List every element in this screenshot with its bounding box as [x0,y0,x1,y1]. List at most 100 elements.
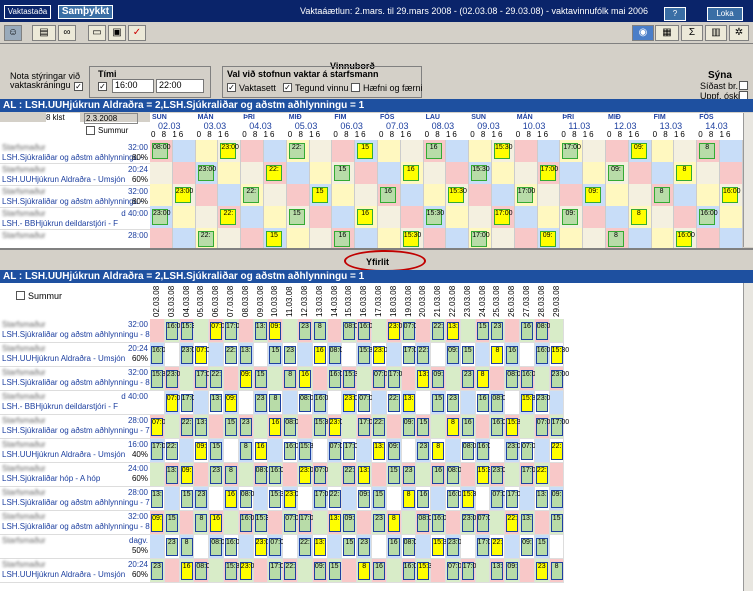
grid-cell[interactable] [549,319,565,343]
shift-cell[interactable]: 09: [550,490,563,508]
grid-cell[interactable] [628,228,652,250]
shift-cell[interactable]: 8 [630,209,647,225]
shift-cell[interactable]: 09: [432,370,445,388]
grid-cell[interactable] [172,228,196,250]
shift-cell[interactable]: 13: [195,418,208,436]
shift-cell[interactable]: 22: [210,370,223,388]
grid-cell[interactable] [386,559,402,583]
shift-cell[interactable]: 23 [239,418,252,436]
grid-cell[interactable] [520,415,535,439]
grid-cell[interactable] [172,162,196,184]
shift-cell[interactable]: 07:00 [195,346,214,364]
shift-cell[interactable]: 23:00 [373,346,392,364]
grid-cell[interactable] [431,343,446,367]
grid-cell[interactable] [241,206,264,228]
grid-cell[interactable] [309,162,333,184]
shift-cell[interactable]: 08:00 [343,322,362,340]
shift-cell[interactable]: 08:00 [491,394,510,412]
grid-cell[interactable] [264,184,287,206]
shift-cell[interactable]: 09: [585,187,602,203]
shift-cell[interactable]: 15:30 [180,322,199,340]
calendar-icon[interactable]: ▦ [655,25,679,41]
grid-cell[interactable] [342,415,358,439]
shift-cell[interactable]: 15:30 [254,514,273,532]
grid-cell[interactable] [164,343,180,367]
grid-cell[interactable] [560,184,584,206]
shift-cell[interactable]: 16 [387,538,400,556]
shift-cell[interactable]: 15:30 [506,418,525,436]
shift-cell[interactable]: 23:00 [491,466,510,484]
shift-cell[interactable]: 16:00 [328,370,347,388]
shift-cell[interactable]: 15:30 [299,442,318,460]
shift-cell[interactable]: 17:00 [151,442,170,460]
sum-icon[interactable]: Σ [681,25,703,41]
grid-cell[interactable] [651,162,675,184]
grid-cell[interactable] [195,184,219,206]
top-scrollbar[interactable] [743,113,753,247]
vaktasett-checkbox[interactable]: ✓ [227,83,236,92]
shift-cell[interactable]: 16 [402,165,419,181]
shift-cell[interactable]: 23:00 [165,370,184,388]
shift-cell[interactable]: 09: [269,322,282,340]
staff-row[interactable]: Starfsmaður LSH.Sjúkraliðar og aðstm aðhl… [0,487,161,511]
grid-cell[interactable] [520,559,535,583]
grid-cell[interactable] [372,463,387,487]
shift-cell[interactable]: 16 [225,490,237,508]
shift-cell[interactable]: 23:00 [328,418,347,436]
shift-cell[interactable]: 17:00 [550,418,569,436]
shift-cell[interactable]: 17:00 [358,418,377,436]
shift-cell[interactable]: 8 [550,562,563,580]
grid-cell[interactable] [179,511,195,535]
shift-cell[interactable]: 08:00 [328,346,347,364]
shift-cell[interactable]: 13: [402,394,415,412]
shift-cell[interactable]: 8 [387,514,400,532]
shift-cell[interactable]: 09: [195,442,208,460]
grid-cell[interactable] [298,343,313,367]
shift-cell[interactable]: 23:00 [299,466,318,484]
grid-cell[interactable] [651,140,675,162]
grid-cell[interactable] [469,206,492,228]
shift-cell[interactable]: 15:30 [358,346,377,364]
grid-cell[interactable] [164,559,180,583]
shift-cell[interactable]: 8 [269,394,282,412]
grid-cell[interactable] [327,535,343,559]
sidast-checkbox[interactable] [739,81,748,90]
grid-cell[interactable] [309,228,333,250]
grid-cell[interactable] [469,184,492,206]
shift-cell[interactable]: 16 [417,490,430,508]
shift-cell[interactable]: 16 [269,418,282,436]
haefni-checkbox[interactable] [351,83,360,92]
shift-cell[interactable]: 17:00 [313,490,332,508]
grid-cell[interactable] [172,206,196,228]
grid-cell[interactable] [224,511,239,535]
shift-cell[interactable]: 15 [535,538,548,556]
grid-cell[interactable] [460,535,476,559]
shift-cell[interactable]: 23 [535,562,548,580]
shift-cell[interactable]: 15 [550,514,563,532]
shift-cell[interactable]: 8 [432,442,445,460]
shift-cell[interactable]: 8 [653,187,670,203]
shift-cell[interactable]: 16 [180,562,193,580]
settings-icon[interactable]: ✲ [729,25,749,41]
shift-cell[interactable]: 8 [239,442,252,460]
grid-cell[interactable] [372,319,387,343]
shift-cell[interactable]: 08:00 [402,538,421,556]
shift-cell[interactable]: 23:00 [197,165,216,181]
shift-cell[interactable]: 23 [210,466,223,484]
shift-cell[interactable]: 22: [180,418,193,436]
grid-cell[interactable] [309,140,333,162]
grid-cell[interactable] [446,228,470,250]
grid-cell[interactable] [514,206,538,228]
shift-cell[interactable]: 17:00 [387,370,406,388]
shift-cell[interactable]: 09: [630,143,647,159]
shift-cell[interactable]: 22: [225,346,237,364]
shift-cell[interactable]: 23 [417,442,430,460]
period-select[interactable]: 8 klst [46,113,80,124]
print-icon[interactable]: ▣ [108,25,126,41]
grid-cell[interactable] [264,206,287,228]
grid-cell[interactable] [400,206,424,228]
shift-cell[interactable]: 23:00 [447,538,466,556]
shift-cell[interactable]: 22: [243,187,260,203]
shift-cell[interactable]: 23 [195,490,208,508]
shift-cell[interactable]: 17:00 [343,442,362,460]
